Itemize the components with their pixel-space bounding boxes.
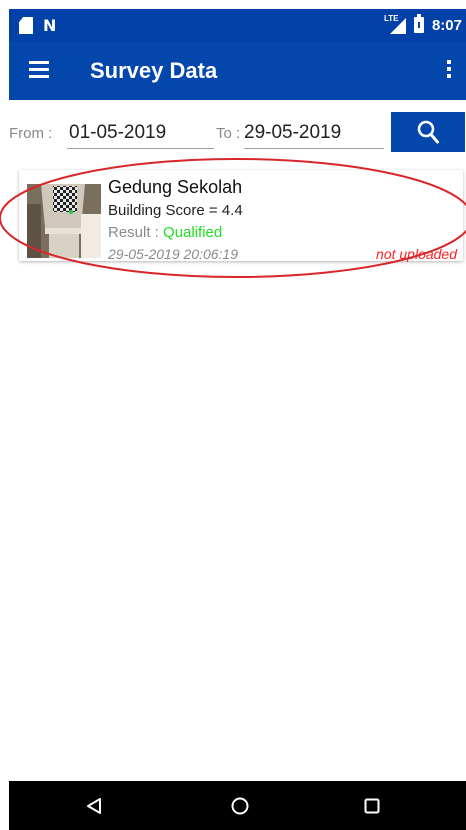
to-label: To : xyxy=(216,125,241,142)
result-value: Qualified xyxy=(163,224,223,241)
navigation-bar xyxy=(9,781,466,830)
to-date-field[interactable]: 29-05-2019 xyxy=(244,118,384,149)
recents-icon[interactable] xyxy=(364,798,380,814)
home-icon[interactable] xyxy=(231,797,249,815)
from-date-field[interactable]: 01-05-2019 xyxy=(67,118,214,149)
building-score: Building Score = 4.4 xyxy=(108,202,243,219)
search-button[interactable] xyxy=(391,112,465,152)
back-icon[interactable] xyxy=(86,797,102,815)
survey-timestamp: 29-05-2019 20:06:19 xyxy=(108,246,238,262)
menu-icon[interactable] xyxy=(29,61,49,78)
result: Result : Qualified xyxy=(108,224,222,241)
building-photo xyxy=(27,184,101,258)
upload-status: not uploaded xyxy=(376,246,457,262)
sd-card-icon xyxy=(19,17,33,34)
app-bar: Survey Data xyxy=(9,42,466,100)
from-label: From : xyxy=(9,125,53,142)
page-title: Survey Data xyxy=(90,58,218,83)
search-icon xyxy=(417,120,439,144)
lte-signal-icon: LTE xyxy=(384,14,406,34)
status-bar: N LTE 8:07 xyxy=(9,9,466,42)
nfc-icon: N xyxy=(43,16,57,35)
more-vert-icon[interactable] xyxy=(446,60,452,80)
clock: 8:07 xyxy=(431,16,462,34)
battery-icon xyxy=(413,14,424,33)
date-filter: From : 01-05-2019 To : 29-05-2019 xyxy=(9,112,466,156)
survey-list-item[interactable]: Gedung Sekolah Building Score = 4.4 Resu… xyxy=(19,170,463,262)
survey-title: Gedung Sekolah xyxy=(108,177,243,197)
result-label: Result : xyxy=(108,224,164,241)
